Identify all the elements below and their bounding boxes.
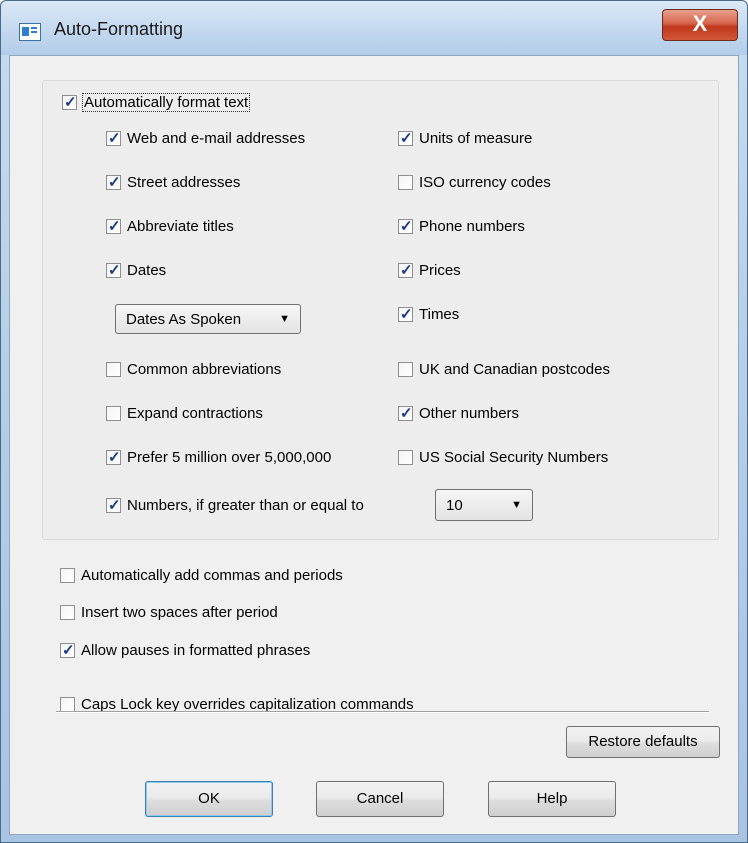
- allow-pauses-checkbox[interactable]: Allow pauses in formatted phrases: [60, 641, 311, 659]
- numbers-threshold-dropdown[interactable]: 10 ▼: [435, 489, 533, 521]
- help-button[interactable]: Help: [488, 781, 616, 817]
- chevron-down-icon: ▼: [279, 313, 290, 325]
- auto-formatting-window: Auto-Formatting X Automatically format t…: [0, 0, 748, 843]
- checkbox-label: Common abbreviations: [127, 361, 282, 378]
- dates-checkbox[interactable]: Dates: [106, 261, 167, 279]
- checkbox-icon: [106, 173, 121, 191]
- checkbox-icon: [62, 93, 77, 111]
- checkbox-icon: [106, 129, 121, 147]
- automatically-format-text-checkbox[interactable]: Automatically format text: [62, 93, 251, 112]
- checkbox-label: Expand contractions: [127, 405, 263, 422]
- dropdown-value: 10: [446, 496, 463, 514]
- checkbox-icon: [398, 362, 413, 377]
- dialog-body: Automatically format text Web and e-mail…: [9, 55, 739, 835]
- checkbox-label: Web and e-mail addresses: [127, 130, 306, 147]
- close-button[interactable]: X: [662, 9, 738, 41]
- checkbox-icon: [106, 448, 121, 466]
- dates-format-dropdown[interactable]: Dates As Spoken ▼: [115, 304, 301, 334]
- checkbox-label: UK and Canadian postcodes: [419, 361, 610, 378]
- checkbox-label: Automatically add commas and periods: [81, 567, 343, 584]
- window-title: Auto-Formatting: [54, 19, 184, 39]
- checkbox-label: Street addresses: [127, 174, 241, 191]
- checkbox-icon: [106, 362, 121, 377]
- numbers-threshold-checkbox[interactable]: Numbers, if greater than or equal to: [106, 496, 364, 514]
- ok-button[interactable]: OK: [145, 781, 273, 817]
- checkbox-icon: [106, 496, 121, 514]
- phone-numbers-checkbox[interactable]: Phone numbers: [398, 217, 525, 235]
- checkbox-icon: [60, 697, 75, 712]
- checkbox-label: Phone numbers: [419, 218, 525, 235]
- app-icon: [19, 23, 41, 41]
- chevron-down-icon: ▼: [511, 499, 522, 511]
- checkbox-icon: [398, 129, 413, 147]
- checkbox-label: ISO currency codes: [419, 174, 551, 191]
- checkbox-icon: [60, 641, 75, 659]
- prefer-5-million-checkbox[interactable]: Prefer 5 million over 5,000,000: [106, 448, 332, 466]
- two-spaces-after-period-checkbox[interactable]: Insert two spaces after period: [60, 604, 278, 621]
- checkbox-label: Times: [419, 306, 460, 323]
- other-numbers-checkbox[interactable]: Other numbers: [398, 404, 520, 422]
- checkbox-icon: [106, 217, 121, 235]
- checkbox-icon: [398, 305, 413, 323]
- checkbox-label: Other numbers: [419, 405, 520, 422]
- checkbox-icon: [398, 261, 413, 279]
- checkbox-icon: [106, 406, 121, 421]
- checkbox-label: Numbers, if greater than or equal to: [127, 497, 364, 514]
- units-of-measure-checkbox[interactable]: Units of measure: [398, 129, 533, 147]
- checkbox-label: Automatically format text: [81, 93, 251, 112]
- title-bar[interactable]: Auto-Formatting X: [1, 1, 747, 55]
- add-commas-periods-checkbox[interactable]: Automatically add commas and periods: [60, 567, 343, 584]
- cancel-button[interactable]: Cancel: [316, 781, 444, 817]
- uk-canadian-postcodes-checkbox[interactable]: UK and Canadian postcodes: [398, 361, 610, 378]
- checkbox-label: Insert two spaces after period: [81, 604, 278, 621]
- abbreviate-titles-checkbox[interactable]: Abbreviate titles: [106, 217, 234, 235]
- checkbox-label: US Social Security Numbers: [419, 449, 609, 466]
- expand-contractions-checkbox[interactable]: Expand contractions: [106, 405, 263, 422]
- checkbox-label: Units of measure: [419, 130, 533, 147]
- checkbox-label: Abbreviate titles: [127, 218, 234, 235]
- checkbox-icon: [106, 261, 121, 279]
- checkbox-label: Prefer 5 million over 5,000,000: [127, 449, 332, 466]
- checkbox-icon: [398, 404, 413, 422]
- checkbox-icon: [398, 450, 413, 465]
- iso-currency-codes-checkbox[interactable]: ISO currency codes: [398, 174, 551, 191]
- checkbox-icon: [60, 568, 75, 583]
- checkbox-label: Dates: [127, 262, 167, 279]
- prices-checkbox[interactable]: Prices: [398, 261, 461, 279]
- checkbox-label: Prices: [419, 262, 461, 279]
- checkbox-label: Allow pauses in formatted phrases: [81, 642, 311, 659]
- times-checkbox[interactable]: Times: [398, 305, 460, 323]
- us-ssn-checkbox[interactable]: US Social Security Numbers: [398, 449, 608, 466]
- footer-divider: [56, 711, 709, 713]
- street-addresses-checkbox[interactable]: Street addresses: [106, 173, 241, 191]
- dropdown-value: Dates As Spoken: [126, 310, 242, 328]
- checkbox-icon: [398, 217, 413, 235]
- web-email-checkbox[interactable]: Web and e-mail addresses: [106, 129, 306, 147]
- common-abbreviations-checkbox[interactable]: Common abbreviations: [106, 361, 281, 378]
- checkbox-icon: [60, 605, 75, 620]
- checkbox-icon: [398, 175, 413, 190]
- restore-defaults-button[interactable]: Restore defaults: [566, 726, 720, 758]
